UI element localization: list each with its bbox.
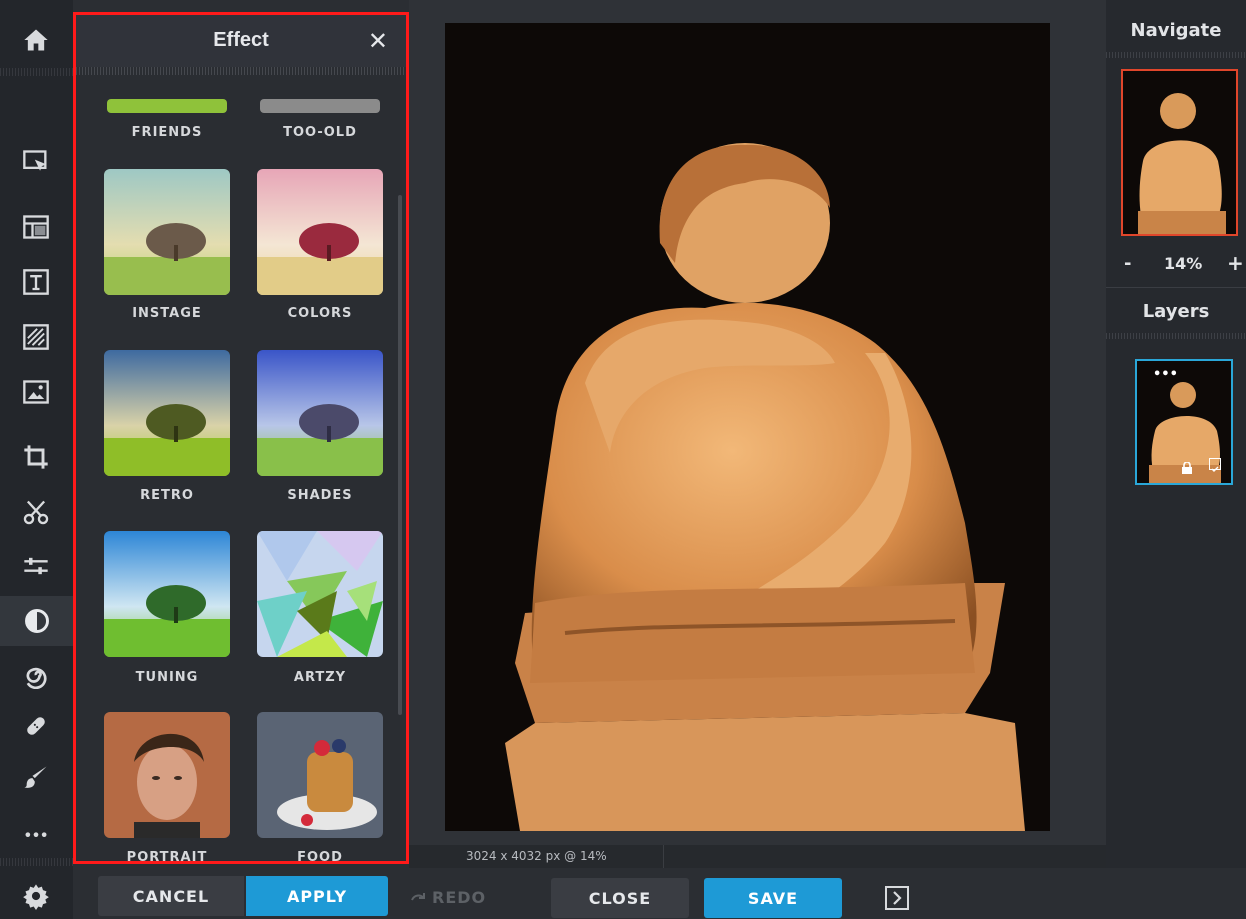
panel-title: Effect: [213, 29, 269, 51]
home-icon[interactable]: [14, 20, 58, 60]
image-size-status: 3024 x 4032 px @ 14%: [466, 849, 607, 863]
layer-visibility-checkbox[interactable]: [1209, 458, 1221, 472]
redo-icon[interactable]: [410, 888, 428, 906]
effect-label: TOO-OLD: [283, 125, 357, 140]
panel-divider: [76, 67, 406, 75]
effect-thumb-colors[interactable]: [257, 169, 383, 295]
effect-label: FOOD: [297, 850, 343, 864]
effect-label: FRIENDS: [131, 125, 203, 140]
effect-thumb-food[interactable]: [257, 712, 383, 838]
effect-thumb-too-old[interactable]: [257, 75, 383, 113]
effect-thumb-instage[interactable]: [104, 169, 230, 295]
zoom-value: 14%: [1164, 254, 1203, 273]
left-toolbar: [0, 0, 73, 919]
distort-icon[interactable]: [14, 655, 58, 695]
layers-title: Layers: [1142, 301, 1210, 322]
section-divider: [1106, 287, 1246, 288]
brush-icon[interactable]: [14, 757, 58, 797]
select-icon[interactable]: [14, 142, 58, 182]
toolbar-divider: [0, 68, 73, 76]
redo-button[interactable]: REDO: [432, 877, 502, 917]
close-icon[interactable]: ✕: [368, 27, 388, 55]
status-divider: [663, 845, 664, 868]
layout-icon[interactable]: [14, 207, 58, 247]
effect-label: COLORS: [287, 306, 353, 321]
heal-icon[interactable]: [14, 706, 58, 746]
effect-label: TUNING: [135, 670, 199, 685]
effect-label: RETRO: [140, 488, 194, 503]
toggle-panel-icon[interactable]: [884, 885, 910, 911]
effect-thumb-shades[interactable]: [257, 350, 383, 476]
effect-label: INSTAGE: [132, 306, 202, 321]
image-icon[interactable]: [14, 372, 58, 412]
navigate-title: Navigate: [1130, 20, 1222, 41]
lock-icon[interactable]: [1181, 459, 1193, 474]
effect-label: PORTRAIT: [126, 850, 208, 864]
zoom-out-button[interactable]: -: [1124, 253, 1131, 274]
cancel-button[interactable]: CANCEL: [98, 876, 244, 916]
navigator-preview[interactable]: [1121, 69, 1238, 236]
layers-divider: [1106, 333, 1246, 339]
settings-icon[interactable]: [14, 876, 58, 916]
close-button[interactable]: CLOSE: [551, 878, 689, 918]
navigate-divider: [1106, 52, 1246, 58]
effect-thumb-tuning[interactable]: [104, 531, 230, 657]
text-icon[interactable]: [14, 262, 58, 302]
texture-icon[interactable]: [14, 317, 58, 357]
crop-icon[interactable]: [14, 437, 58, 477]
effect-thumb-friends[interactable]: [104, 75, 230, 113]
effect-icon[interactable]: [0, 596, 73, 646]
effect-label: ARTZY: [293, 670, 347, 685]
save-button[interactable]: SAVE: [704, 878, 842, 918]
effect-thumb-retro[interactable]: [104, 350, 230, 476]
more-icon[interactable]: [14, 810, 58, 850]
zoom-in-button[interactable]: +: [1227, 251, 1244, 275]
layer-more-icon[interactable]: •••: [1153, 367, 1178, 382]
effect-panel: Effect ✕ FRIENDS TOO-OLD INSTAGE COLORS …: [73, 12, 409, 864]
effect-thumb-portrait[interactable]: [104, 712, 230, 838]
panel-scrollbar[interactable]: [398, 195, 402, 715]
layer-thumbnail[interactable]: •••: [1135, 359, 1233, 485]
cutout-icon[interactable]: [14, 492, 58, 532]
effect-thumb-artzy[interactable]: [257, 531, 383, 657]
adjust-icon[interactable]: [14, 546, 58, 586]
toolbar-divider: [0, 858, 73, 866]
effect-label: SHADES: [287, 488, 353, 503]
panel-header: Effect ✕: [76, 15, 406, 67]
image-canvas[interactable]: [445, 23, 1050, 831]
apply-button[interactable]: APPLY: [246, 876, 388, 916]
